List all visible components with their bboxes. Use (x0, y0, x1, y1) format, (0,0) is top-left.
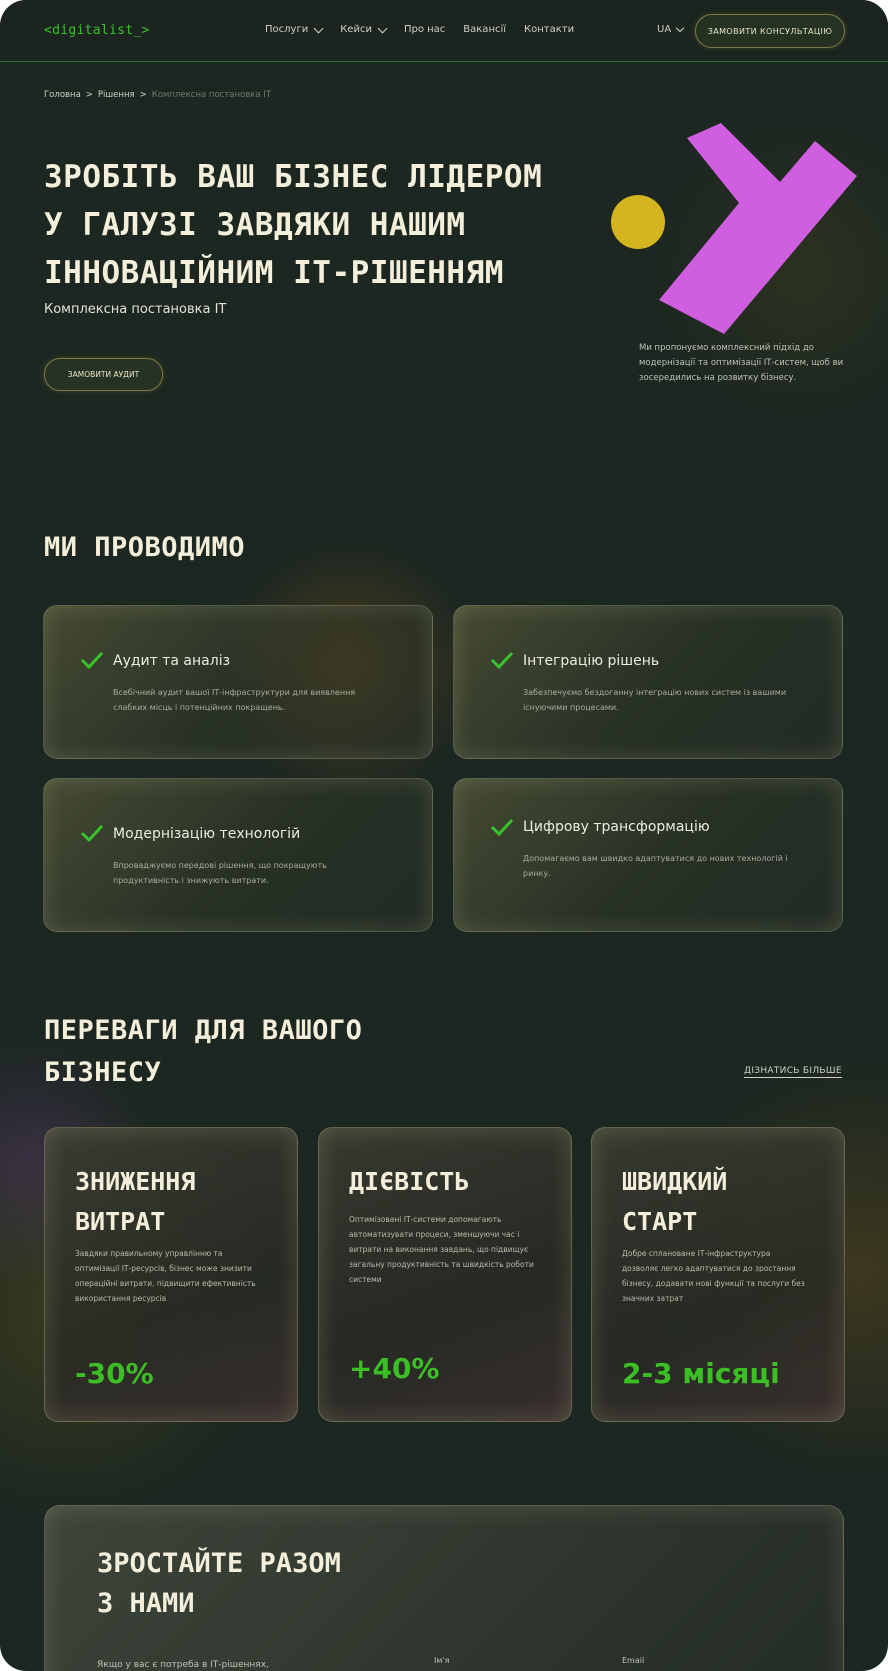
service-desc: Впроваджуємо передові рішення, що покращ… (113, 861, 327, 885)
benefit-card: ДІЄВІСТЬ Оптимізовані ІТ-системи допомаг… (318, 1127, 572, 1422)
nav-item-services[interactable]: Послуги (265, 23, 324, 35)
nav-item-about[interactable]: Про нас (404, 24, 445, 35)
service-desc: Допомагаємо вам швидко адаптуватися до н… (523, 854, 788, 878)
service-title: Інтеграцію рішень (523, 653, 660, 669)
hero-illustration (611, 123, 857, 334)
consultation-button[interactable]: ЗАМОВИТИ КОНСУЛЬТАЦІЮ (695, 14, 845, 48)
nav-item-contacts[interactable]: Контакти (524, 24, 574, 35)
benefit-title: ШВИДКИЙ СТАРТ (622, 1167, 728, 1236)
benefit-desc: Добре сплановане ІТ-інфраструктура дозво… (622, 1249, 805, 1303)
benefit-desc: Завдяки правильному управлінню та оптимі… (75, 1249, 256, 1303)
benefit-title: ЗНИЖЕННЯ ВИТРАТ (75, 1167, 196, 1236)
service-card: Цифрову трансформацію Допомагаємо вам шв… (453, 778, 843, 932)
check-icon (80, 824, 104, 843)
grow-title: ЗРОСТАЙТЕ РАЗОМ З НАМИ (97, 1548, 341, 1619)
check-icon (80, 651, 104, 670)
chevron-down-icon (377, 23, 388, 33)
nav-item-cases[interactable]: Кейси (340, 23, 388, 35)
check-icon (490, 651, 514, 670)
benefit-stat: +40% (349, 1352, 440, 1385)
service-card: Модернізацію технологій Впроваджуємо пер… (43, 778, 433, 932)
yellow-circle-shape (611, 195, 665, 249)
breadcrumb-solutions[interactable]: Рішення (98, 90, 135, 100)
benefit-stat: 2-3 місяці (622, 1357, 780, 1390)
service-title: Цифрову трансформацію (523, 819, 710, 835)
hero-title-line: ЗРОБІТЬ ВАШ БІЗНЕС ЛІДЕРОМ (44, 159, 543, 195)
main-nav: Послуги Кейси Про нас Вакансії Контакти (265, 23, 574, 35)
pink-arrow-shape (659, 123, 857, 334)
site-logo[interactable]: <digitalist_> (44, 23, 150, 38)
grow-with-us-section: ЗРОСТАЙТЕ РАЗОМ З НАМИ Якщо у вас є потр… (44, 1505, 844, 1671)
benefit-card: ЗНИЖЕННЯ ВИТРАТ Завдяки правильному упра… (44, 1127, 298, 1422)
chevron-down-icon (313, 23, 324, 33)
service-card: Аудит та аналіз Всебічний аудит вашої ІТ… (43, 605, 433, 759)
page-frame: <digitalist_> Послуги Кейси Про нас Вака… (0, 0, 888, 1671)
grow-text: Якщо у вас є потреба в ІТ-рішеннях, (97, 1660, 269, 1670)
language-selector[interactable]: UA (657, 23, 685, 35)
hero-title: ЗРОБІТЬ ВАШ БІЗНЕС ЛІДЕРОМ У ГАЛУЗІ ЗАВД… (44, 153, 542, 297)
hero-subtitle: Комплексна постановка ІТ (44, 302, 227, 317)
service-desc: Забезпечуємо бездоганну інтеграцію нових… (523, 688, 787, 712)
chevron-down-icon (675, 23, 685, 33)
benefit-stat: -30% (75, 1357, 154, 1390)
benefit-desc: Оптимізовані ІТ-системи допомагають авто… (349, 1215, 534, 1284)
name-field-label: Ім'я (434, 1656, 450, 1665)
breadcrumb-home[interactable]: Головна (44, 90, 81, 100)
benefits-title-line: ПЕРЕВАГИ ДЛЯ ВАШОГО (44, 1015, 363, 1046)
check-icon (490, 818, 514, 837)
learn-more-link[interactable]: ДІЗНАТИСЬ БІЛЬШЕ (744, 1066, 842, 1078)
benefits-title-line: БІЗНЕСУ (44, 1057, 162, 1088)
service-desc: Всебічний аудит вашої ІТ-інфраструктури … (113, 688, 356, 712)
nav-item-vacancies[interactable]: Вакансії (463, 24, 506, 35)
hero-note: Ми пропонуємо комплексний підхід до моде… (639, 343, 844, 383)
services-title: МИ ПРОВОДИМО (44, 532, 246, 563)
breadcrumb-current: Комплексна постановка ІТ (151, 90, 272, 100)
hero-title-line: У ГАЛУЗІ ЗАВДЯКИ НАШИМ (44, 207, 466, 243)
hero-title-line: ІННОВАЦІЙНИМ ІТ-РІШЕННЯМ (44, 255, 504, 291)
email-field-label: Email (622, 1656, 645, 1665)
order-audit-button[interactable]: ЗАМОВИТИ АУДИТ (44, 358, 163, 391)
benefit-title: ДІЄВІСТЬ (349, 1167, 470, 1196)
top-navbar: <digitalist_> Послуги Кейси Про нас Вака… (0, 0, 888, 62)
benefit-card: ШВИДКИЙ СТАРТ Добре сплановане ІТ-інфрас… (591, 1127, 845, 1422)
service-title: Аудит та аналіз (113, 653, 231, 669)
service-card: Інтеграцію рішень Забезпечуємо бездоганн… (453, 605, 843, 759)
benefits-title: ПЕРЕВАГИ ДЛЯ ВАШОГО БІЗНЕСУ (44, 1010, 362, 1094)
breadcrumb-separator: > (139, 90, 147, 100)
service-title: Модернізацію технологій (113, 826, 301, 842)
breadcrumb: Головна > Рішення > Комплексна постановк… (44, 90, 271, 100)
breadcrumb-separator: > (85, 90, 93, 100)
